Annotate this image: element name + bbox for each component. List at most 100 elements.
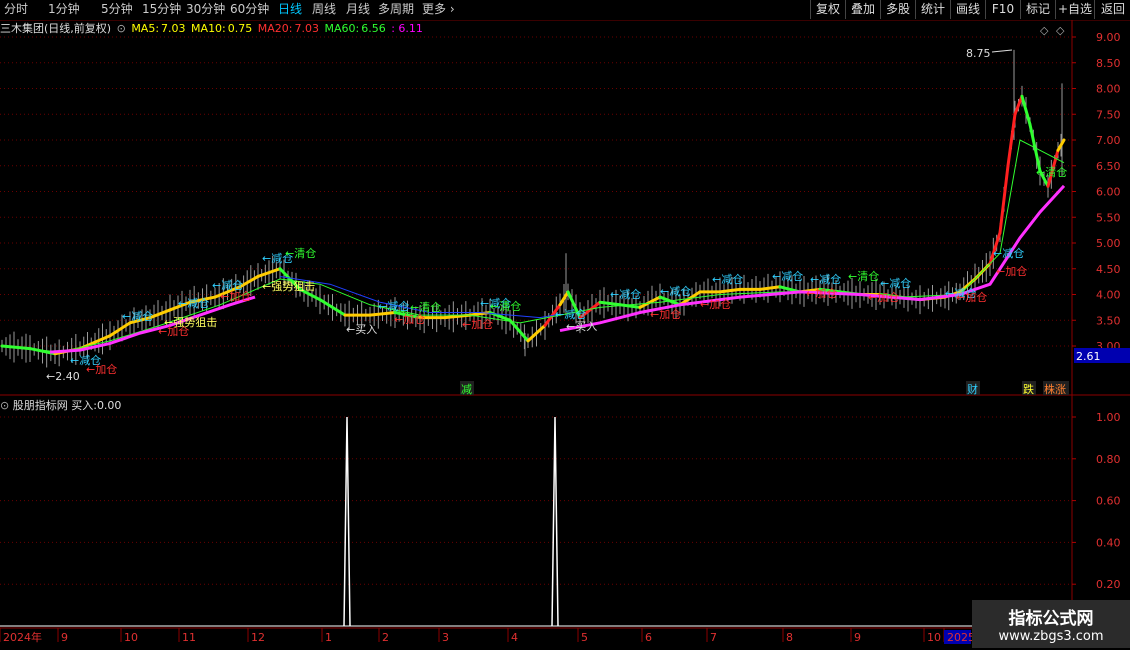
add-label: ←加仓 [996,264,1027,278]
kline-chart: 8.75←2.40←减仓←减仓←减仓←减仓←减仓←减仓 ←减仓←减仓←减仓 ←减仓←… [0,20,1130,644]
ma5-line-segment [278,267,302,291]
ma5-line-segment [578,300,602,320]
ma5-line-segment [973,262,992,281]
extra-value: : 6.11 [391,22,423,35]
price-tick-label: 6.00 [1096,186,1121,199]
ma5-line-segment [1046,148,1060,188]
period-tab-multi[interactable]: 多周期 [378,0,414,19]
multi-stock-button[interactable]: 多股 [880,0,915,19]
add-label: ←加仓 [462,317,493,331]
clear-label: ←清仓 [848,269,879,283]
event-marker-bg [966,381,980,395]
clear-label: ←清仓 [285,246,316,260]
buy-value: 0.00 [96,399,122,412]
high-price-label: 8.75 [966,47,991,60]
clear-label: ←清仓 [490,299,521,313]
ma5-line-segment [998,164,1010,235]
ma5-line-segment [758,285,782,291]
statistics-button[interactable]: 统计 [915,0,950,19]
reduce-label: ←减仓 [712,272,743,286]
ma5-line-segment [0,344,32,351]
period-tab-30min[interactable]: 30分钟 [186,0,225,19]
add-watchlist-button[interactable]: +自选 [1055,0,1094,19]
ma5-line-segment [898,295,922,302]
period-tab-15min[interactable]: 15分钟 [142,0,181,19]
add-label: ←加仓 [650,307,681,321]
reduce-label: ←减仓 [880,276,911,290]
price-tick-label: 8.00 [1096,83,1121,96]
ma5-line-segment [718,287,742,294]
indicator-tick-label: 0.40 [1096,536,1121,549]
clear-label: ←清仓 [1036,165,1067,179]
ma5-line-segment [878,293,902,299]
collapse-icon[interactable]: ⊙ [117,22,126,35]
draw-line-button[interactable]: 画线 [950,0,985,19]
strong-label: ←强势狙击 [164,316,217,329]
more-periods-button[interactable]: 更多 › [422,0,455,19]
chevron-right-icon: › [446,2,455,16]
ma5-line-segment [958,277,977,294]
ma5-line-segment [778,285,802,294]
indicator-tick-label: 0.80 [1096,453,1121,466]
reduce-label: ←减仓 [772,269,803,283]
period-tab-realtime[interactable]: 分时 [4,0,28,19]
indicator-tick-label: 0.60 [1096,495,1121,508]
low-price-label: ←2.40 [46,370,80,383]
time-tick-label: 9 [61,631,68,644]
watermark-url: www.zbgs3.com [998,629,1104,644]
period-tab-weekly[interactable]: 周线 [312,0,336,19]
ma5-line-segment [488,311,512,322]
reduce-label: ←减仓 [378,299,409,313]
time-tick-label: 1 [325,631,332,644]
ma5-label: MA5: [131,22,160,35]
time-tick-label: 6 [645,631,652,644]
indicator-tick-label: 1.00 [1096,411,1121,424]
ma5-line-segment [238,274,260,289]
indicator-legend: ⊙ 股朋指标网 买入:0.00 [0,398,121,414]
reduce-label: ←减仓 [122,309,153,323]
price-tick-label: 5.50 [1096,211,1121,224]
ma5-line-segment [598,300,622,307]
add-label: ←加仓 [956,290,987,304]
add-label: ←加仓 [158,324,189,338]
ma5-line-segment [443,313,472,320]
trend-line [559,184,1066,333]
period-tab-5min[interactable]: 5分钟 [101,0,133,19]
f10-button[interactable]: F10 [985,0,1020,19]
ma5-line-segment [943,290,962,299]
period-tab-daily[interactable]: 日线 [278,0,302,19]
period-tab-60min[interactable]: 60分钟 [230,0,269,19]
time-tick-label: 11 [182,631,196,644]
ma5-value: 7.03 [161,22,186,35]
ma5-line-segment [298,287,322,302]
indicator-tick-label: 0.20 [1096,578,1121,591]
event-marker-bg [1022,381,1036,395]
back-button[interactable]: 返回 [1094,0,1130,19]
ma5-line-segment [468,311,492,317]
overlay-button[interactable]: 叠加 [845,0,880,19]
ma5-line-segment [53,347,82,356]
event-marker: 减 [461,383,472,396]
price-tick-label: 4.00 [1096,289,1121,302]
mark-button[interactable]: 标记 [1020,0,1055,19]
ma5-line-segment [566,290,582,320]
ma5-line-segment [148,308,172,320]
collapse-icon[interactable]: ⊙ [0,399,9,412]
price-tick-label: 7.00 [1096,134,1121,147]
indicator-title: 股朋指标网 [12,399,68,412]
ma5-line-segment [798,287,822,294]
trend-line [49,295,256,354]
restore-rights-button[interactable]: 复权 [810,0,845,19]
period-tab-1min[interactable]: 1分钟 [48,0,80,19]
add-label: ←加仓 [86,362,117,376]
ma5-line-segment [838,290,862,296]
watermark-title: 指标公式网 [1008,609,1094,629]
watermark: 指标公式网 www.zbgs3.com [972,600,1130,648]
period-tab-monthly[interactable]: 月线 [346,0,370,19]
reduce-label: ←减仓 [610,287,641,301]
ma5-line-segment [543,303,562,327]
ma5-line-segment [678,290,702,307]
ma60-value: 6.56 [361,22,386,35]
time-tick-label: 10 [927,631,941,644]
time-tick-label: 12 [251,631,265,644]
